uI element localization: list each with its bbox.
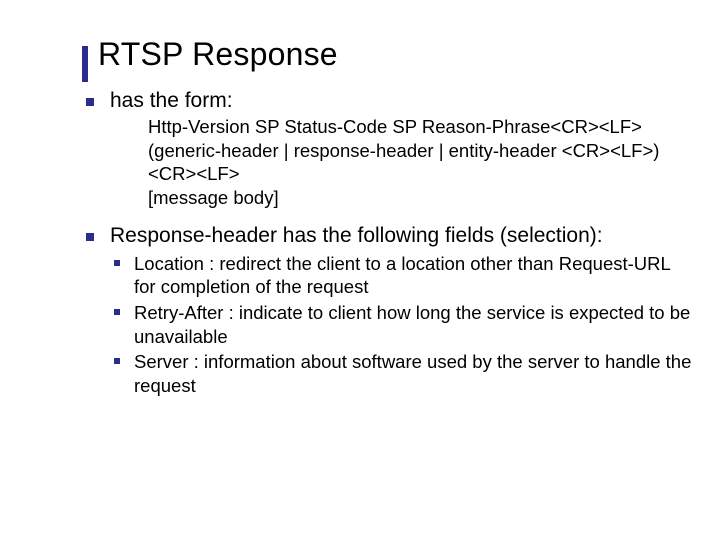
- square-bullet-icon: [114, 358, 120, 364]
- list-item: has the form:: [86, 89, 712, 113]
- square-bullet-icon: [114, 260, 120, 266]
- title-accent-bar: [82, 46, 88, 82]
- list-item-text: Retry-After : indicate to client how lon…: [134, 301, 694, 348]
- form-line: (generic-header | response-header | enti…: [148, 139, 712, 163]
- square-bullet-icon: [114, 309, 120, 315]
- slide-body: has the form: Http-Version SP Status-Cod…: [86, 89, 712, 398]
- list-item-text: Server : information about software used…: [134, 350, 694, 397]
- form-line: <CR><LF>: [148, 162, 712, 186]
- list-item: Location : redirect the client to a loca…: [114, 252, 712, 299]
- slide-title: RTSP Response: [98, 36, 720, 73]
- list-item: Server : information about software used…: [114, 350, 712, 397]
- square-bullet-icon: [86, 233, 94, 241]
- square-bullet-icon: [86, 98, 94, 106]
- slide: RTSP Response has the form: Http-Version…: [0, 0, 720, 540]
- list-item: Response-header has the following fields…: [86, 224, 712, 248]
- form-line: [message body]: [148, 186, 712, 210]
- list-item-text: has the form:: [110, 89, 233, 113]
- sublist: Location : redirect the client to a loca…: [114, 252, 712, 398]
- title-wrap: RTSP Response: [98, 36, 720, 73]
- response-form-block: Http-Version SP Status-Code SP Reason-Ph…: [148, 115, 712, 210]
- list-item-text: Location : redirect the client to a loca…: [134, 252, 694, 299]
- list-item-text: Response-header has the following fields…: [110, 224, 603, 248]
- form-line: Http-Version SP Status-Code SP Reason-Ph…: [148, 115, 712, 139]
- list-item: Retry-After : indicate to client how lon…: [114, 301, 712, 348]
